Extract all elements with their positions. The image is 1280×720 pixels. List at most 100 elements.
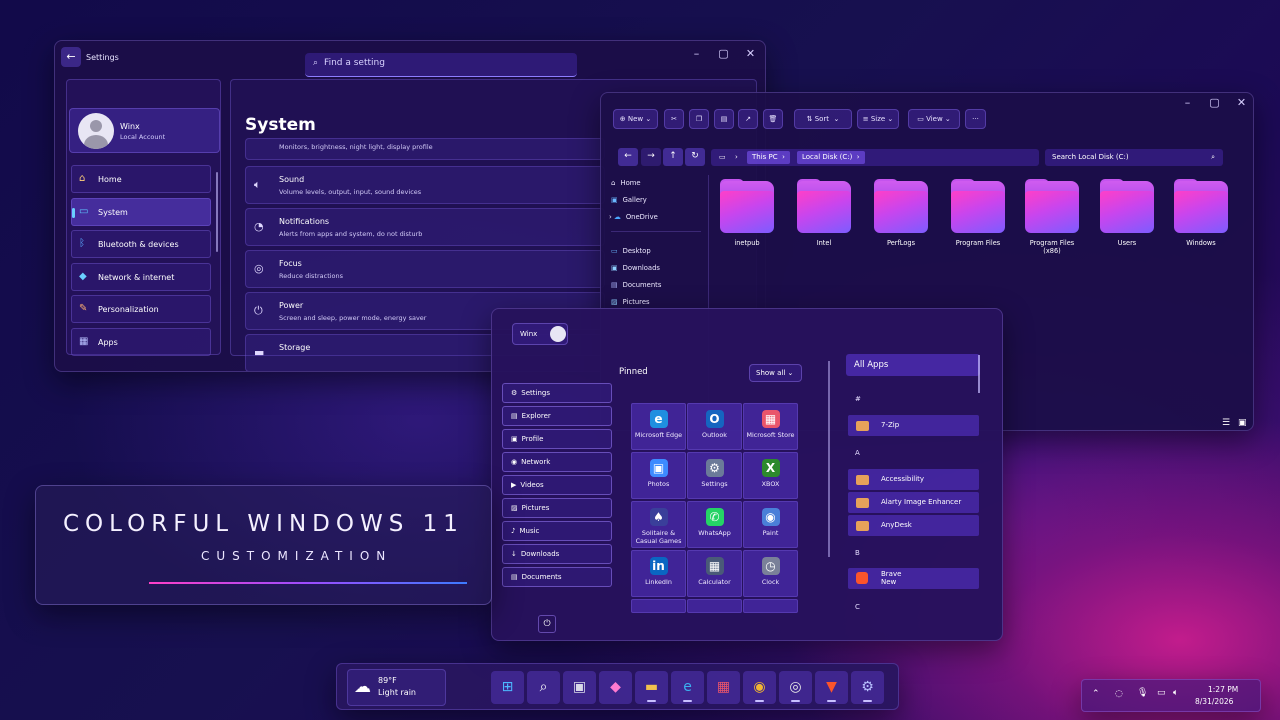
up-button[interactable]: ↑ <box>663 148 683 166</box>
user-card[interactable]: Winx Local Account <box>69 108 220 153</box>
nav-item-desktop[interactable]: ▭ Desktop <box>611 247 709 255</box>
folder-item[interactable]: Windows <box>1171 179 1231 247</box>
nav-item-downloads[interactable]: ▣ Downloads <box>611 264 709 272</box>
nav-item-documents[interactable]: ▤ Documents <box>611 281 709 289</box>
shortcut-downloads[interactable]: ↓ Downloads <box>502 544 612 564</box>
sort-button[interactable]: ⇅ Sort ⌄ <box>794 109 852 129</box>
folder-item[interactable]: Program Files (x86) <box>1022 179 1082 255</box>
pinned-app-tile[interactable]: ▣ Photos <box>631 452 686 499</box>
pinned-app-tile[interactable]: in LinkedIn <box>631 550 686 597</box>
sidebar-item-home[interactable]: ⌂ Home <box>71 165 211 193</box>
taskbar-edge-button[interactable]: e <box>671 671 704 704</box>
chevron-up-icon[interactable]: ⌃ <box>1092 689 1100 699</box>
tiles-view-icon[interactable]: ▣ <box>1238 418 1247 428</box>
close-button[interactable]: ✕ <box>737 47 764 60</box>
app-accessibility[interactable]: Accessibility <box>848 469 979 490</box>
notifications-row[interactable]: ◔ Notifications Alerts from apps and syste… <box>245 208 605 246</box>
refresh-button[interactable]: ↻ <box>685 148 705 166</box>
sidebar-item-system[interactable]: ▭ System <box>71 198 211 226</box>
folder-item[interactable]: PerfLogs <box>871 179 931 247</box>
minimize-button[interactable]: – <box>683 47 710 60</box>
show-all-button[interactable]: Show all ⌄ <box>749 364 802 382</box>
pinned-app-tile[interactable] <box>743 599 798 613</box>
back-button[interactable]: ← <box>618 148 638 166</box>
nav-item-home[interactable]: ⌂ Home <box>611 179 709 187</box>
back-arrow-icon[interactable]: ← <box>61 47 81 67</box>
display-row[interactable]: Monitors, brightness, night light, displ… <box>245 138 605 160</box>
folder-item[interactable]: inetpub <box>717 179 777 247</box>
address-bar[interactable]: ▭ › This PC › Local Disk (C:) › <box>711 149 1039 166</box>
sidebar-item-apps[interactable]: ▦ Apps <box>71 328 211 356</box>
pinned-app-tile[interactable]: ▦ Microsoft Store <box>743 403 798 450</box>
close-button[interactable]: ✕ <box>1228 96 1253 109</box>
pinned-app-tile[interactable]: ⚙ Settings <box>687 452 742 499</box>
folder-item[interactable]: Program Files <box>948 179 1008 247</box>
volume-icon[interactable]: 🔈︎ <box>1173 688 1178 698</box>
folder-item[interactable]: Intel <box>794 179 854 247</box>
cut-icon[interactable]: ✂ <box>664 109 684 129</box>
eye-off-icon[interactable]: ◌ <box>1115 689 1123 699</box>
taskbar-file-explorer-button[interactable]: ▬ <box>635 671 668 704</box>
minimize-button[interactable]: – <box>1174 96 1201 109</box>
forward-button[interactable]: → <box>641 148 661 166</box>
explorer-search-input[interactable]: Search Local Disk (C:) ⌕ <box>1045 149 1223 166</box>
shortcut-documents[interactable]: ▤ Documents <box>502 567 612 587</box>
sidebar-item-personalization[interactable]: ✎ Personalization <box>71 295 211 323</box>
app-alarty[interactable]: Alarty Image Enhancer <box>848 492 979 513</box>
pinned-app-tile[interactable]: ◉ Paint <box>743 501 798 548</box>
taskbar-obs-button[interactable]: ◎ <box>779 671 812 704</box>
nav-item-pictures[interactable]: ▨ Pictures <box>611 298 709 306</box>
shortcut-profile[interactable]: ▣ Profile <box>502 429 612 449</box>
pinned-app-tile[interactable]: ▦ Calculator <box>687 550 742 597</box>
pinned-app-tile[interactable] <box>687 599 742 613</box>
app-7zip[interactable]: 7-Zip <box>848 415 979 436</box>
microphone-icon[interactable]: 🎙︎ <box>1137 688 1148 698</box>
settings-search-input[interactable]: ⌕ Find a setting <box>305 53 577 77</box>
details-view-icon[interactable]: ☰ <box>1222 418 1230 428</box>
nav-item-gallery[interactable]: ▣ Gallery <box>611 196 709 204</box>
weather-widget[interactable]: ☁ 89°F Light rain <box>347 669 446 706</box>
pinned-app-tile[interactable] <box>631 599 686 613</box>
sidebar-item-network[interactable]: ◆ Network & internet <box>71 263 211 291</box>
sound-row[interactable]: 🔈︎ Sound Volume levels, output, input, sou… <box>245 166 605 204</box>
clock-time[interactable]: 1:27 PM <box>1208 685 1238 694</box>
network-icon[interactable]: ▭ <box>1157 688 1166 698</box>
delete-icon[interactable]: 🗑︎ <box>763 109 783 129</box>
power-button[interactable]: ⏻ <box>538 615 556 633</box>
pinned-app-tile[interactable]: ✆ WhatsApp <box>687 501 742 548</box>
taskbar-start-button[interactable]: ⊞ <box>491 671 524 704</box>
breadcrumb-local-disk[interactable]: Local Disk (C:) › <box>797 151 865 164</box>
pinned-app-tile[interactable]: ♠ Solitaire & Casual Games <box>631 501 686 548</box>
size-button[interactable]: ≡ Size ⌄ <box>857 109 899 129</box>
pinned-app-tile[interactable]: ◷ Clock <box>743 550 798 597</box>
sidebar-item-bluetooth[interactable]: ᛒ Bluetooth & devices <box>71 230 211 258</box>
taskbar-chrome-button[interactable]: ◉ <box>743 671 776 704</box>
app-anydesk[interactable]: AnyDesk <box>848 515 979 536</box>
pinned-app-tile[interactable]: X XBOX <box>743 452 798 499</box>
shortcut-explorer[interactable]: ▤ Explorer <box>502 406 612 426</box>
folder-item[interactable]: Users <box>1097 179 1157 247</box>
pinned-app-tile[interactable]: e Microsoft Edge <box>631 403 686 450</box>
pinned-scrollbar[interactable] <box>828 361 830 557</box>
copy-icon[interactable]: ❐ <box>689 109 709 129</box>
pinned-app-tile[interactable]: O Outlook <box>687 403 742 450</box>
maximize-button[interactable]: ▢ <box>1201 96 1228 109</box>
view-button[interactable]: ▭ View ⌄ <box>908 109 960 129</box>
paste-icon[interactable]: ▤ <box>714 109 734 129</box>
new-button[interactable]: ⊕ New ⌄ <box>613 109 658 129</box>
taskbar-store-button[interactable]: ▦ <box>707 671 740 704</box>
clock-date[interactable]: 8/31/2026 <box>1195 697 1233 706</box>
breadcrumb-this-pc[interactable]: This PC › <box>747 151 790 164</box>
taskbar-settings-button[interactable]: ⚙ <box>851 671 884 704</box>
taskbar-copilot-button[interactable]: ◆ <box>599 671 632 704</box>
taskbar-task-view-button[interactable]: ▣ <box>563 671 596 704</box>
shortcut-videos[interactable]: ▶ Videos <box>502 475 612 495</box>
share-icon[interactable]: ↗ <box>738 109 758 129</box>
shortcut-settings[interactable]: ⚙ Settings <box>502 383 612 403</box>
taskbar-search-button[interactable]: ⌕ <box>527 671 560 704</box>
taskbar-brave-button[interactable]: ▼ <box>815 671 848 704</box>
nav-item-onedrive[interactable]: › ☁ OneDrive <box>609 213 707 221</box>
shortcut-pictures[interactable]: ▨ Pictures <box>502 498 612 518</box>
nav-scrollbar[interactable] <box>216 172 218 252</box>
user-button[interactable]: Winx <box>512 323 568 345</box>
